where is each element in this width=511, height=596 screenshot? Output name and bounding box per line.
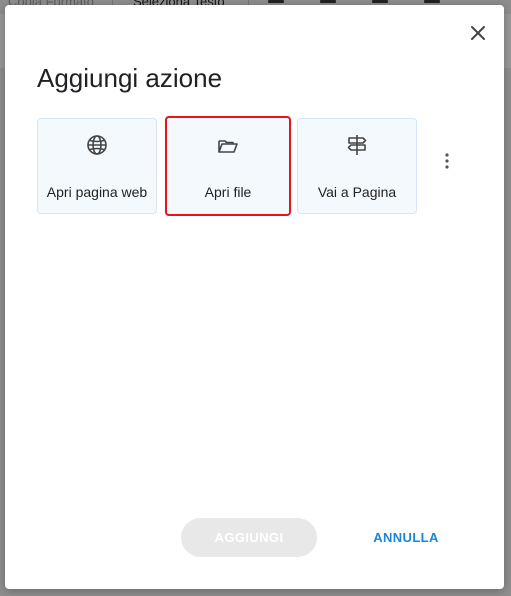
action-tile-go-to-page[interactable]: Vai a Pagina xyxy=(297,118,417,214)
more-options-button[interactable] xyxy=(437,151,457,171)
close-button[interactable] xyxy=(468,23,488,43)
action-tile-label: Apri pagina web xyxy=(46,184,148,200)
cancel-button[interactable]: ANNULLA xyxy=(363,518,449,557)
toolbar-icon xyxy=(320,0,336,3)
toolbar-icon xyxy=(372,0,388,3)
signpost-icon xyxy=(345,133,369,157)
toolbar-icon xyxy=(268,0,284,3)
add-action-dialog: Aggiungi azione Apri pagina web Apri fil… xyxy=(5,5,504,589)
globe-icon xyxy=(85,133,109,157)
add-button[interactable]: AGGIUNGI xyxy=(181,518,317,557)
close-icon xyxy=(471,26,485,40)
more-vert-icon xyxy=(445,153,449,169)
toolbar-icon xyxy=(424,0,440,3)
dialog-title: Aggiungi azione xyxy=(37,63,223,93)
folder-open-icon xyxy=(216,134,240,158)
action-tile-label: Apri file xyxy=(204,184,252,200)
action-tile-open-web-page[interactable]: Apri pagina web xyxy=(37,118,157,214)
action-tile-label: Vai a Pagina xyxy=(317,184,397,200)
action-tile-open-file[interactable]: Apri file xyxy=(165,116,291,216)
